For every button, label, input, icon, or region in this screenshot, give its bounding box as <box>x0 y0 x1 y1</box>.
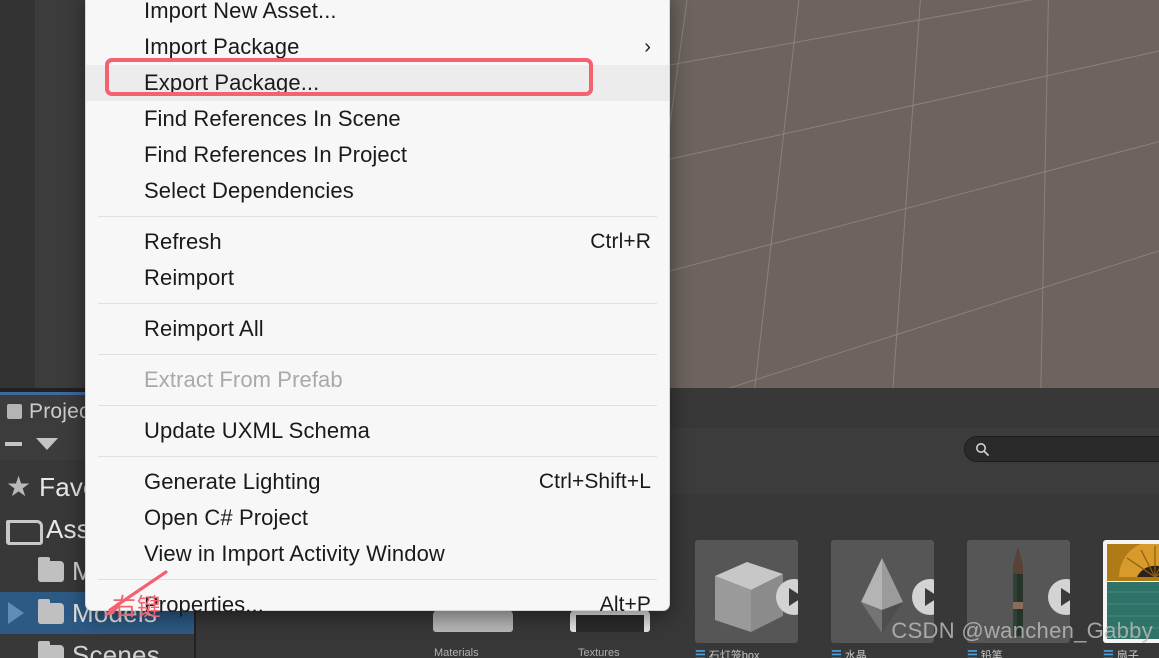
menu-item-label: Reimport All <box>144 316 264 341</box>
menu-item-extract-from-prefab: Extract From Prefab <box>86 362 669 398</box>
menu-item-label: Import Package <box>144 34 300 59</box>
chevron-right-icon: › <box>644 36 651 58</box>
menu-item-view-in-import-activity-window[interactable]: View in Import Activity Window <box>86 536 669 572</box>
scene-viewport[interactable] <box>668 0 1159 388</box>
menu-item-update-uxml-schema[interactable]: Update UXML Schema <box>86 413 669 449</box>
asset-item-cube-label: ☰ 石灯笼box <box>695 647 798 658</box>
menu-item-label: Refresh <box>144 229 222 254</box>
cube-model-thumbnail <box>695 540 798 643</box>
fan-texture-thumbnail <box>1103 540 1159 643</box>
chevron-down-icon[interactable] <box>36 438 58 450</box>
menu-item-properties[interactable]: Properties... Alt+P <box>86 587 669 623</box>
asset-item-fan-label: ☰ 扇子 <box>1103 647 1159 658</box>
fbx-icon: ☰ <box>967 648 978 658</box>
fan-texture-icon <box>1107 541 1159 639</box>
menu-item-import-new-asset[interactable]: Import New Asset... <box>86 0 669 29</box>
scene-grid <box>668 0 1159 388</box>
tree-item-scenes-label: Scenes <box>72 639 160 658</box>
menu-item-generate-lighting[interactable]: Generate Lighting Ctrl+Shift+L <box>86 464 669 500</box>
menu-item-label: Find References In Project <box>144 142 408 167</box>
asset-item-occluded-2-label: Textures <box>578 647 620 658</box>
menu-item-import-package[interactable]: Import Package › <box>86 29 669 65</box>
fbx-icon: ☰ <box>831 648 842 658</box>
menu-item-label: Properties... <box>144 592 264 617</box>
menu-item-shortcut: Alt+P <box>599 593 651 616</box>
folder-icon <box>38 556 64 582</box>
asset-context-menu: Import New Asset... Import Package › Exp… <box>85 0 670 617</box>
menu-item-reimport-all[interactable]: Reimport All <box>86 311 669 347</box>
menu-separator <box>98 354 657 355</box>
menu-separator <box>98 579 657 580</box>
asset-item-crystal-label: ☰ 水晶 <box>831 647 934 658</box>
left-panel-rail-inner <box>35 0 85 396</box>
menu-item-label: Import New Asset... <box>144 0 337 23</box>
menu-item-shortcut: Ctrl+R <box>590 230 651 253</box>
menu-item-label: Reimport <box>144 265 235 290</box>
menu-item-refresh[interactable]: Refresh Ctrl+R <box>86 224 669 260</box>
plus-icon[interactable] <box>4 433 26 455</box>
pencil-model-thumbnail <box>967 540 1070 643</box>
asset-item-fan[interactable]: ☰ 扇子 <box>1103 540 1159 658</box>
left-panel-rail-outer <box>0 0 35 396</box>
menu-separator <box>98 216 657 217</box>
chevron-right-icon[interactable] <box>8 602 24 624</box>
menu-item-label: Update UXML Schema <box>144 418 370 443</box>
crystal-model-thumbnail <box>831 540 934 643</box>
menu-item-find-references-in-project[interactable]: Find References In Project <box>86 137 669 173</box>
tree-item-scenes[interactable]: Scenes <box>0 634 194 658</box>
asset-item-occluded-1-label: Materials <box>434 647 479 658</box>
menu-item-label: Generate Lighting <box>144 469 321 494</box>
folder-icon <box>38 640 64 658</box>
menu-item-label: Export Package... <box>144 70 320 95</box>
folder-icon <box>38 598 64 624</box>
menu-separator <box>98 456 657 457</box>
menu-item-label: View in Import Activity Window <box>144 541 445 566</box>
unity-editor-screenshot: Project ★ Favorites Assets Materials <box>0 0 1159 658</box>
menu-item-label: Find References In Scene <box>144 106 401 131</box>
menu-item-label: Open C# Project <box>144 505 309 530</box>
menu-item-reimport[interactable]: Reimport <box>86 260 669 296</box>
asset-item-crystal[interactable]: ☰ 水晶 <box>831 540 934 658</box>
menu-separator <box>98 405 657 406</box>
search-input[interactable] <box>964 436 1159 462</box>
project-panel-icon <box>7 404 22 419</box>
menu-item-export-package[interactable]: Export Package... <box>86 65 669 101</box>
menu-item-find-references-in-scene[interactable]: Find References In Scene <box>86 101 669 137</box>
asset-item-pencil-label: ☰ 铅笔 <box>967 647 1070 658</box>
menu-separator <box>98 303 657 304</box>
asset-item-cube[interactable]: ☰ 石灯笼box <box>695 540 798 658</box>
fbx-icon: ☰ <box>1103 648 1114 658</box>
menu-item-open-csharp-project[interactable]: Open C# Project <box>86 500 669 536</box>
menu-item-label: Extract From Prefab <box>144 367 343 392</box>
menu-item-shortcut: Ctrl+Shift+L <box>538 470 651 493</box>
asset-item-pencil[interactable]: ☰ 铅笔 <box>967 540 1070 658</box>
fbx-icon: ☰ <box>695 648 706 658</box>
menu-item-select-dependencies[interactable]: Select Dependencies <box>86 173 669 209</box>
folder-open-icon <box>6 518 43 545</box>
menu-item-label: Select Dependencies <box>144 178 354 203</box>
star-icon: ★ <box>6 471 32 502</box>
search-icon <box>975 442 990 457</box>
